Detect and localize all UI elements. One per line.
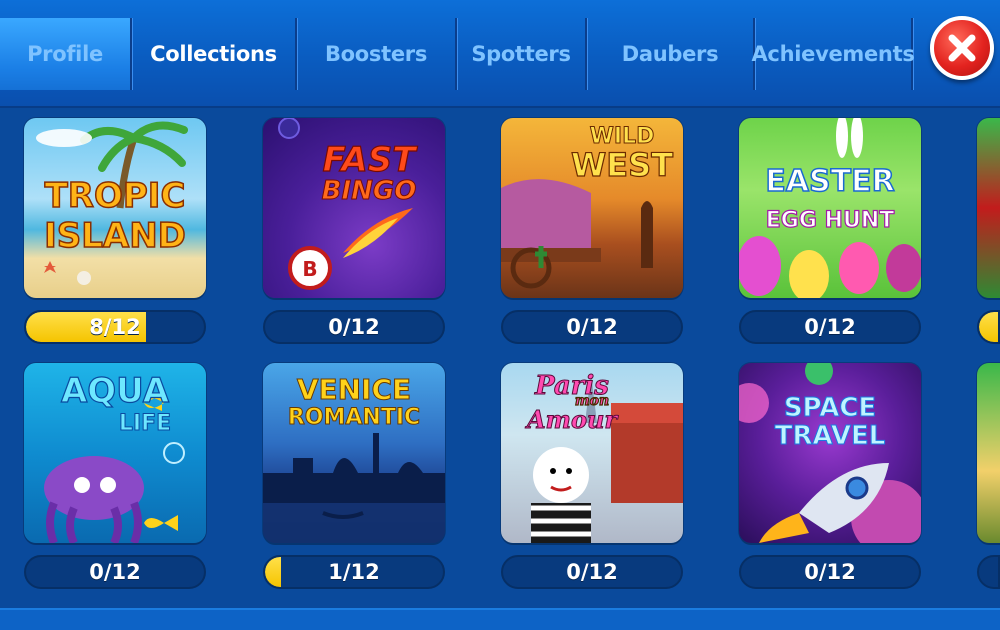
svg-text:B: B (302, 257, 317, 281)
progress-fill (979, 312, 998, 342)
progress-label: 0/12 (89, 560, 141, 584)
progress-label: 1/12 (328, 560, 380, 584)
collection-card-fast-bingo[interactable]: B FAST BINGO (263, 118, 445, 298)
progress-label: 8/12 (89, 315, 141, 339)
tab-spotters[interactable]: Spotters (457, 18, 587, 90)
tab-label: Collections (150, 42, 277, 66)
progress-pill: 1/12 (263, 555, 445, 589)
tab-collections[interactable]: Collections (132, 18, 297, 90)
collection-title: EGG HUNT (765, 207, 895, 233)
collection-title: Amour (526, 405, 618, 435)
progress-pill: 0/12 (24, 555, 206, 589)
tab-label: Achievements (751, 42, 915, 66)
progress-pill: 0/12 (263, 310, 445, 344)
bottom-strip (0, 608, 1000, 630)
tabs: Profile Collections Boosters Spotters Da… (0, 18, 915, 90)
tab-achievements[interactable]: Achievements (751, 18, 915, 90)
tab-label: Profile (27, 42, 103, 66)
collection-card-paris-mon-amour[interactable]: Paris mon Amour (501, 363, 683, 543)
progress-pill: 0/12 (501, 310, 683, 344)
collection-title: SPACE (783, 393, 877, 424)
collection-card-easter-egg-hunt[interactable]: EASTER EGG HUNT (739, 118, 921, 298)
collections-grid: TROPIC ISLAND B FAST BINGO WILD WEST EAS… (0, 108, 1000, 608)
rocket-icon (739, 363, 921, 543)
close-button[interactable] (930, 16, 994, 80)
tab-boosters[interactable]: Boosters (297, 18, 457, 90)
collection-title: LIFE (118, 411, 172, 437)
collection-title: ISLAND (43, 215, 186, 257)
collection-title: FAST (322, 139, 416, 180)
tab-label: Boosters (324, 42, 428, 66)
collection-title: AQUA (60, 370, 170, 411)
collection-card-venice-romantic[interactable]: VENICE ROMANTIC (263, 363, 445, 543)
progress-pill (977, 310, 1000, 344)
tab-label: Spotters (471, 42, 571, 66)
collection-title: TRAVEL (774, 421, 886, 452)
progress-pill: 0/12 (501, 555, 683, 589)
tab-bar: Profile Collections Boosters Spotters Da… (0, 0, 1000, 108)
collection-title: EASTER (765, 163, 896, 200)
progress-label: 0/12 (566, 560, 618, 584)
collection-card-space-travel[interactable]: SPACE TRAVEL (739, 363, 921, 543)
progress-pill (977, 555, 1000, 589)
collection-title: WEST (570, 145, 674, 184)
collection-card-tropic-island[interactable]: TROPIC ISLAND (24, 118, 206, 298)
progress-pill: 8/12 (24, 310, 206, 344)
collection-card-aqua-life[interactable]: AQUA LIFE (24, 363, 206, 543)
collection-card-partial[interactable] (977, 363, 1000, 543)
collection-title: BINGO (321, 176, 417, 207)
tab-daubers[interactable]: Daubers (587, 18, 755, 90)
collection-card-wild-west[interactable]: WILD WEST (501, 118, 683, 298)
collection-title: TROPIC (44, 175, 186, 217)
tab-profile[interactable]: Profile (0, 18, 132, 90)
close-x-icon (948, 34, 976, 62)
progress-pill: 0/12 (739, 555, 921, 589)
progress-pill: 0/12 (739, 310, 921, 344)
collection-title: VENICE (296, 373, 412, 407)
progress-label: 0/12 (328, 315, 380, 339)
collection-title: ROMANTIC (287, 405, 421, 431)
tab-label: Daubers (621, 42, 719, 66)
progress-label: 0/12 (804, 315, 856, 339)
progress-label: 0/12 (566, 315, 618, 339)
progress-label: 0/12 (804, 560, 856, 584)
collection-card-partial[interactable] (977, 118, 1000, 298)
